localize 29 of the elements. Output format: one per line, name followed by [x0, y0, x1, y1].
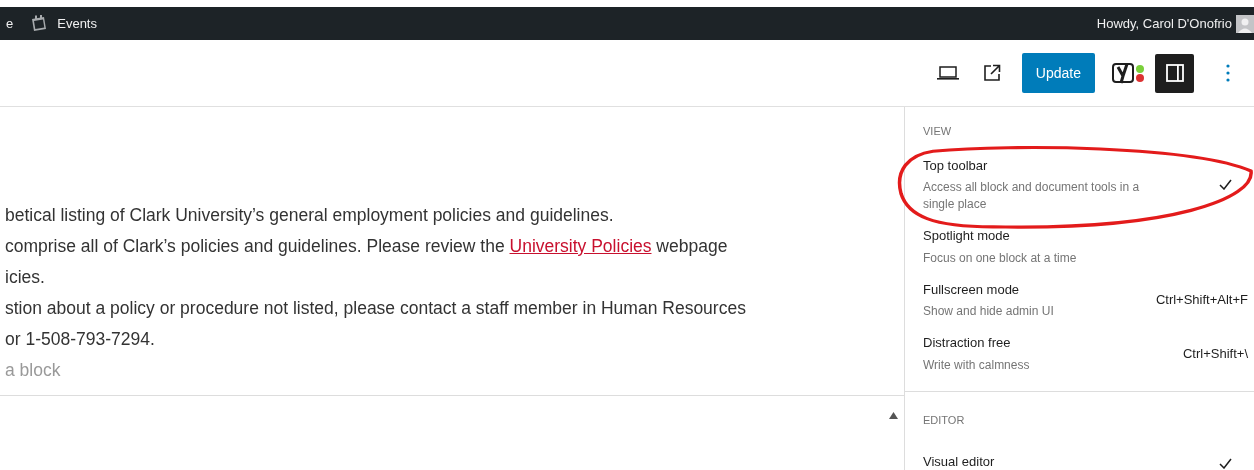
keyboard-shortcut: Ctrl+Shift+\	[1182, 344, 1249, 363]
option-description: Access all block and document tools in a single place	[923, 179, 1141, 213]
menu-option[interactable]: Distraction free Write with calmness Ctrl+Shift+\	[923, 327, 1254, 381]
option-label: Top toolbar	[923, 156, 989, 175]
paragraph-text: comprise all of Clark’s policies and guidelines. Please review the	[5, 236, 506, 256]
menu-item[interactable]: Events	[57, 13, 97, 34]
paragraph-text: betical listing of Clark University’s general employment policies and guidelines.	[5, 204, 615, 227]
update-button[interactable]: Update	[1021, 53, 1095, 93]
menu-option[interactable]: Fullscreen mode Show and hide admin UI Ctrl+Shift+Alt+F	[923, 273, 1254, 327]
option-label: Spotlight mode	[923, 227, 1011, 245]
paragraph-text: webpage	[655, 236, 728, 256]
section-heading: EDITOR	[923, 412, 966, 428]
keyboard-shortcut: Ctrl+Shift+Alt+F	[1155, 291, 1249, 309]
paragraph-text: stion about a policy or procedure not listed, please contact a staff member in Human Resources	[5, 297, 747, 320]
option-description: Show and hide admin UI	[923, 303, 1054, 320]
option-description: Write with calmness	[923, 356, 1030, 374]
menu-item[interactable]: e	[6, 13, 14, 34]
option-description: Focus on one block at a time	[923, 249, 1077, 267]
policies-link[interactable]: University Policies	[509, 236, 652, 256]
section-heading: VIEW	[923, 124, 953, 139]
option-label: Fullscreen mode	[923, 280, 1021, 299]
menu-option[interactable]: Spotlight mode Focus on one block at a time	[923, 220, 1254, 274]
menu-option[interactable]: Visual editor	[923, 446, 1254, 470]
menu-option[interactable]: Top toolbar Access all block and document tools in a single place	[923, 149, 1254, 220]
option-label: Visual editor	[923, 453, 995, 470]
paragraph-text: or 1-508-793-7294.	[5, 328, 156, 351]
user-greeting[interactable]: Howdy, Carol D'Onofrio	[1096, 13, 1232, 34]
paragraph-text: icies.	[5, 266, 46, 289]
option-label: Distraction free	[923, 334, 1012, 352]
